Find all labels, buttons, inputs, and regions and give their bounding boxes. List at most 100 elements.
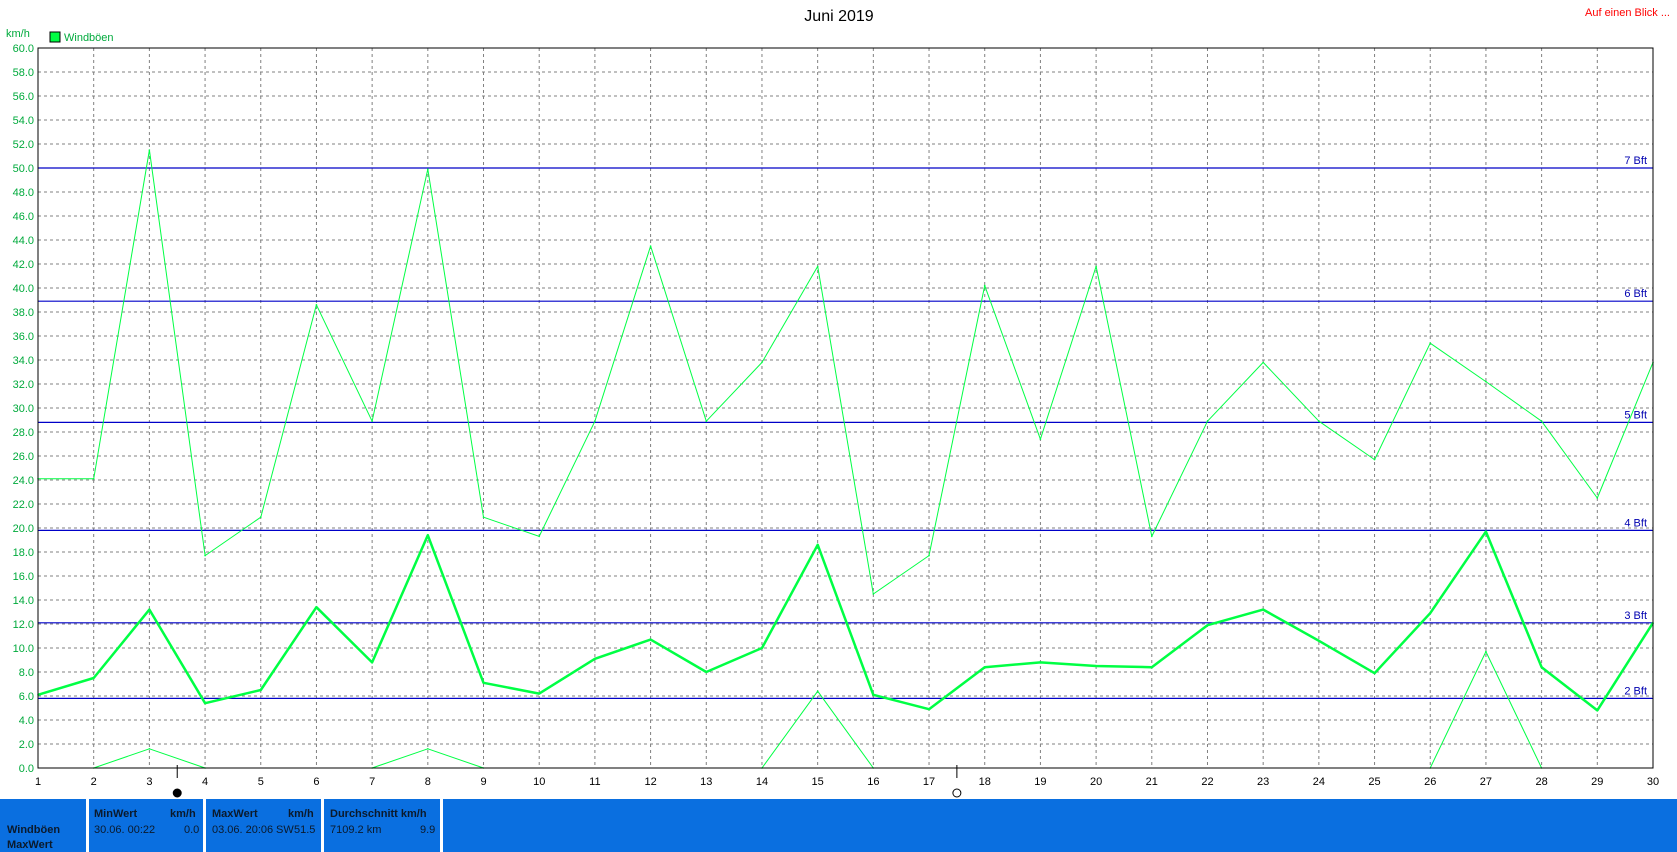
stats-row-label-2: MaxWert	[7, 839, 53, 851]
y-tick-label: 28.0	[13, 427, 34, 439]
y-tick-label: 40.0	[13, 283, 34, 295]
y-tick-label: 16.0	[13, 571, 34, 583]
new-moon-icon	[952, 788, 962, 798]
beaufort-label: 5 Bft	[1624, 409, 1647, 421]
y-tick-label: 26.0	[13, 451, 34, 463]
x-tick-label: 13	[700, 776, 712, 788]
x-tick-label: 9	[480, 776, 486, 788]
x-tick-label: 23	[1257, 776, 1269, 788]
min-value: 0.0	[184, 824, 200, 836]
max-direction: SW	[276, 824, 294, 836]
y-tick-label: 30.0	[13, 403, 34, 415]
stats-row-label: Windböen	[7, 824, 61, 836]
x-tick-label: 3	[146, 776, 152, 788]
max-unit: km/h	[288, 808, 314, 820]
y-tick-label: 46.0	[13, 211, 34, 223]
y-tick-label: 34.0	[13, 355, 34, 367]
x-tick-label: 25	[1368, 776, 1380, 788]
beaufort-label: 2 Bft	[1624, 685, 1647, 697]
x-tick-label: 26	[1424, 776, 1436, 788]
y-tick-label: 58.0	[13, 67, 34, 79]
y-tick-label: 0.0	[19, 763, 34, 775]
legend-label: Windböen	[64, 32, 114, 44]
y-axis-ticks: 0.0 2.0 4.0 6.0 8.0 10.0 12.0 14.0 16.0 18.0 20.0 2…	[13, 43, 34, 775]
beaufort-label: 6 Bft	[1624, 288, 1647, 300]
max-date-time: 03.06. 20:06	[212, 824, 274, 836]
legend-swatch	[49, 31, 61, 43]
x-tick-label: 30	[1647, 776, 1659, 788]
x-tick-label: 4	[202, 776, 208, 788]
y-tick-label: 48.0	[13, 187, 34, 199]
beaufort-label: 7 Bft	[1624, 155, 1647, 167]
y-tick-label: 2.0	[19, 739, 34, 751]
x-tick-label: 20	[1090, 776, 1102, 788]
series-lines	[37, 149, 1655, 769]
stats-average: Durchschnitt km/h 7109.2 km 9.9	[330, 799, 440, 852]
y-tick-label: 6.0	[19, 691, 34, 703]
x-tick-label: 18	[979, 776, 991, 788]
x-axis-ticks: 1 2 3 4 5 6 7 8 9 10 11 12 13 14 15 16 17 18 19 20 21 22 23 24 2…	[35, 776, 1659, 788]
moon-markers	[172, 765, 962, 798]
x-tick-label: 17	[923, 776, 935, 788]
min-header: MinWert	[94, 808, 138, 820]
x-tick-label: 28	[1535, 776, 1547, 788]
min-unit: km/h	[170, 808, 196, 820]
avg-distance: 7109.2 km	[330, 824, 382, 836]
y-tick-label: 20.0	[13, 523, 34, 535]
series-line-max	[38, 149, 1654, 595]
x-tick-label: 7	[369, 776, 375, 788]
overview-link[interactable]: Auf einen Blick ...	[1585, 7, 1670, 19]
x-tick-label: 24	[1313, 776, 1325, 788]
y-tick-label: 36.0	[13, 331, 34, 343]
y-tick-label: 12.0	[13, 619, 34, 631]
y-tick-label: 52.0	[13, 139, 34, 151]
x-tick-label: 8	[425, 776, 431, 788]
min-date-time: 30.06. 00:22	[94, 824, 156, 836]
x-tick-label: 10	[533, 776, 545, 788]
stats-max: MaxWert km/h 03.06. 20:06 SW 51.5	[212, 799, 322, 852]
y-tick-label: 54.0	[13, 115, 34, 127]
x-tick-label: 15	[812, 776, 824, 788]
x-tick-label: 29	[1591, 776, 1603, 788]
x-tick-label: 5	[258, 776, 264, 788]
y-tick-label: 22.0	[13, 499, 34, 511]
x-tick-label: 19	[1034, 776, 1046, 788]
y-tick-label: 10.0	[13, 643, 34, 655]
separator	[440, 799, 443, 852]
avg-value: 9.9	[420, 824, 436, 836]
x-tick-label: 27	[1480, 776, 1492, 788]
y-axis-unit: km/h	[6, 28, 30, 40]
full-moon-icon	[172, 788, 182, 798]
separator	[203, 799, 206, 852]
max-header: MaxWert	[212, 808, 258, 820]
x-tick-label: 2	[91, 776, 97, 788]
y-tick-label: 24.0	[13, 475, 34, 487]
y-tick-label: 56.0	[13, 91, 34, 103]
separator	[321, 799, 324, 852]
y-tick-label: 4.0	[19, 715, 34, 727]
avg-header: Durchschnitt km/h	[330, 808, 427, 820]
y-tick-label: 14.0	[13, 595, 34, 607]
x-tick-label: 22	[1201, 776, 1213, 788]
x-tick-label: 14	[756, 776, 768, 788]
beaufort-label: 3 Bft	[1624, 610, 1647, 622]
x-tick-label: 12	[644, 776, 656, 788]
stats-bar: Windböen MaxWert MinWert km/h 30.06. 00:…	[0, 799, 1677, 852]
stats-min: MinWert km/h 30.06. 00:22 0.0	[94, 799, 204, 852]
x-tick-label: 6	[313, 776, 319, 788]
y-tick-label: 32.0	[13, 379, 34, 391]
separator	[86, 799, 89, 852]
x-tick-label: 16	[867, 776, 879, 788]
chart-title: Juni 2019	[804, 8, 873, 25]
x-tick-label: 11	[589, 776, 600, 788]
y-tick-label: 18.0	[13, 547, 34, 559]
y-tick-label: 44.0	[13, 235, 34, 247]
y-tick-label: 60.0	[13, 43, 34, 55]
series-line-avg	[37, 530, 1655, 712]
x-tick-label: 1	[35, 776, 41, 788]
x-tick-label: 21	[1146, 776, 1158, 788]
max-value: 51.5	[294, 824, 316, 836]
y-tick-label: 8.0	[19, 667, 34, 679]
y-tick-label: 42.0	[13, 259, 34, 271]
beaufort-label: 4 Bft	[1624, 517, 1647, 529]
